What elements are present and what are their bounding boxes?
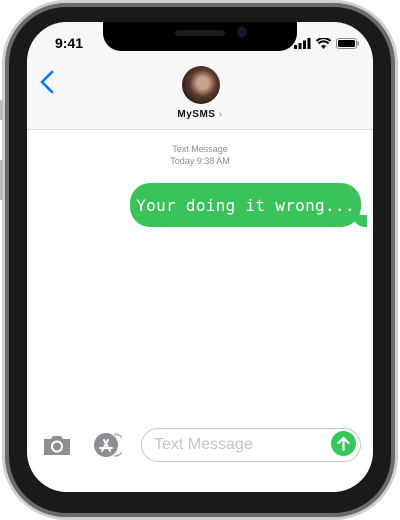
back-chevron-icon[interactable] xyxy=(39,70,55,94)
status-time: 9:41 xyxy=(55,35,84,51)
timestamp: Today 9:38 AM xyxy=(170,156,230,166)
contact-name-button[interactable]: MySMS › xyxy=(27,109,373,120)
wifi-icon xyxy=(316,38,331,49)
side-button xyxy=(0,160,3,200)
message-input[interactable]: Text Message xyxy=(141,428,361,462)
arrow-up-icon xyxy=(337,436,350,451)
app-store-icon[interactable] xyxy=(92,431,122,459)
message-meta: Text Message Today 9:38 AM xyxy=(27,143,373,167)
battery-icon xyxy=(336,38,359,49)
outgoing-message-bubble[interactable]: Your doing it wrong... xyxy=(130,183,361,227)
front-camera xyxy=(237,27,247,37)
status-icons xyxy=(294,38,359,49)
service-label: Text Message xyxy=(172,144,228,154)
speaker xyxy=(175,30,225,36)
contact-avatar[interactable] xyxy=(182,66,220,104)
send-button[interactable] xyxy=(331,431,356,456)
message-placeholder: Text Message xyxy=(154,436,253,453)
notch xyxy=(103,22,297,51)
camera-icon[interactable] xyxy=(42,434,72,456)
screen: 9:41 MySMS › Text Message Today 9:38 AM … xyxy=(27,22,373,492)
chevron-right-icon: › xyxy=(218,109,223,120)
side-button xyxy=(0,100,3,120)
contact-name: MySMS xyxy=(177,109,216,120)
signal-icon xyxy=(294,38,311,49)
